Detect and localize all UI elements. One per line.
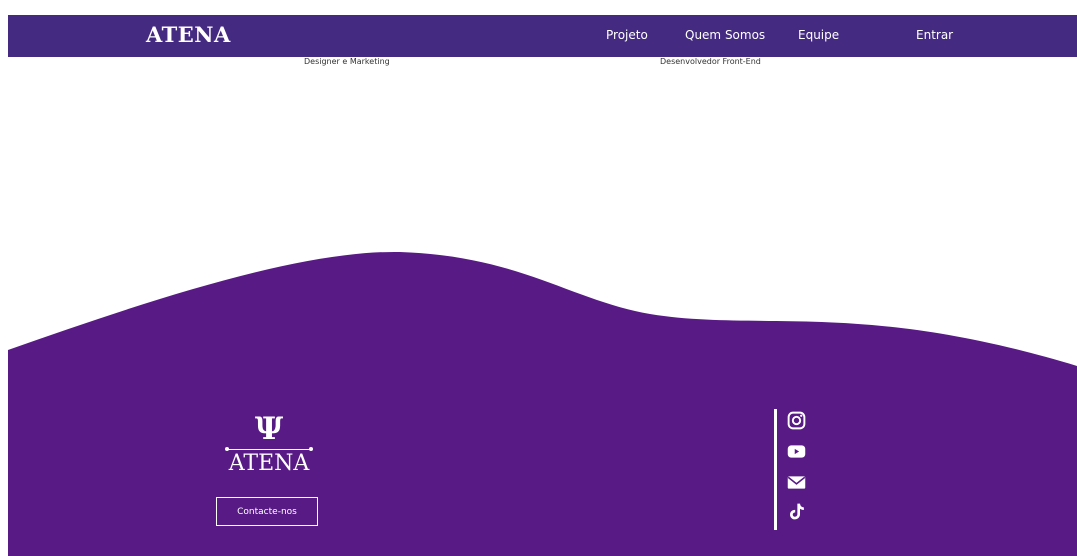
team-member-role: Desenvolvedor Front-End — [660, 57, 761, 66]
footer-brand-name: ATENA — [228, 451, 310, 476]
nav-link-quem-somos[interactable]: Quem Somos — [685, 28, 765, 42]
logo-divider — [225, 447, 313, 451]
footer-wave-background — [8, 251, 1077, 556]
navbar-brand-logo[interactable]: ATENA — [146, 22, 231, 47]
psi-logo-icon: Ψ — [254, 411, 284, 447]
email-icon[interactable] — [786, 472, 807, 493]
social-divider — [774, 409, 777, 530]
contact-button[interactable]: Contacte-nos — [216, 497, 318, 526]
footer-wave-shape — [8, 251, 1077, 556]
footer-logo: Ψ ATENA — [217, 412, 321, 477]
team-member-role: Designer e Marketing — [304, 57, 390, 66]
youtube-icon[interactable] — [786, 441, 807, 462]
top-navbar: ATENA Projeto Quem Somos Equipe Entrar — [8, 15, 1077, 57]
nav-link-projeto[interactable]: Projeto — [606, 28, 648, 42]
tiktok-icon[interactable] — [786, 501, 807, 522]
nav-link-entrar[interactable]: Entrar — [916, 28, 953, 42]
instagram-icon[interactable] — [786, 410, 807, 431]
nav-link-equipe[interactable]: Equipe — [798, 28, 839, 42]
page: ATENA Projeto Quem Somos Equipe Entrar D… — [0, 0, 1077, 556]
